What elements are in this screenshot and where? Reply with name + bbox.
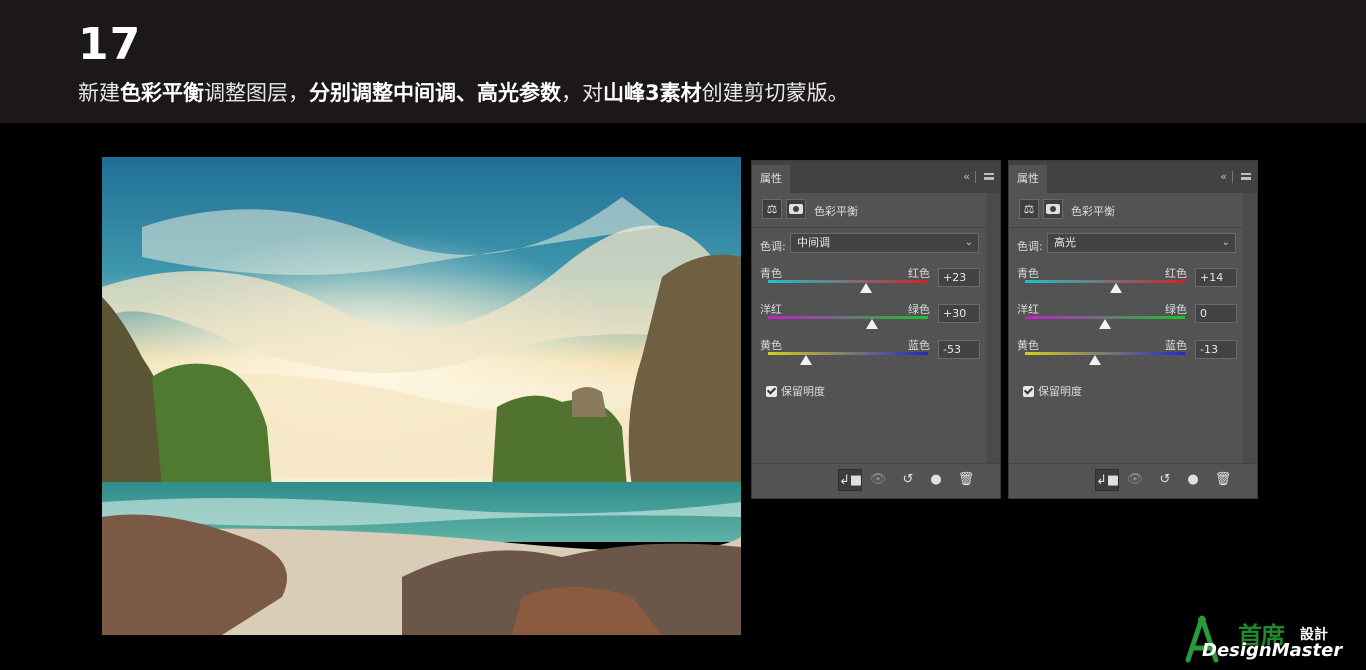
- tone-dropdown-value: 高光: [1054, 236, 1076, 249]
- preserve-luminosity-row[interactable]: 保留明度: [766, 383, 825, 399]
- slider-thumb[interactable]: [860, 283, 873, 293]
- preserve-luminosity-checkbox[interactable]: [1023, 385, 1034, 397]
- slider-right-label: 蓝色: [908, 339, 930, 352]
- slider-yellow-blue: 黄色 蓝色 -53: [760, 337, 980, 373]
- slider-magenta-green: 洋红 绿色 +30: [760, 301, 980, 337]
- divider: [1009, 227, 1257, 228]
- chevron-down-icon: ⌄: [1221, 237, 1230, 248]
- slider-right-label: 红色: [1165, 267, 1187, 280]
- header-banner: 17 新建色彩平衡调整图层，分别调整中间调、高光参数，对山峰3素材创建剪切蒙版。: [0, 0, 1366, 123]
- tone-dropdown-value: 中间调: [797, 236, 830, 249]
- adjustment-title: 色彩平衡: [814, 205, 858, 218]
- instruction-text: 新建色彩平衡调整图层，分别调整中间调、高光参数，对山峰3素材创建剪切蒙版。: [78, 80, 849, 106]
- slider-track[interactable]: [1025, 352, 1185, 355]
- slider-left-label: 洋红: [760, 303, 782, 316]
- layer-mask-icon[interactable]: [786, 199, 806, 219]
- trash-icon[interactable]: 🗑: [1211, 469, 1235, 491]
- balance-scale-icon[interactable]: ⚖: [762, 199, 782, 219]
- slider-thumb[interactable]: [1088, 355, 1101, 365]
- clip-to-layer-icon[interactable]: ↲■: [838, 469, 862, 491]
- slider-value-field[interactable]: -53: [938, 340, 980, 359]
- slider-track[interactable]: [1025, 280, 1185, 283]
- slider-right-label: 绿色: [1165, 303, 1187, 316]
- panel-footer: ↲■ 👁 ↺ ● 🗑: [1009, 463, 1257, 498]
- slider-value-field[interactable]: +23: [938, 268, 980, 287]
- trash-icon[interactable]: 🗑: [954, 469, 978, 491]
- properties-panel-midtones: 属性 « ⚖ 色彩平衡 色调: 中间调 ⌄ 青色 红色 +23 洋红 绿色 +3…: [751, 160, 1001, 499]
- slider-thumb[interactable]: [866, 319, 878, 329]
- slider-left-label: 洋红: [1017, 303, 1039, 316]
- slider-track[interactable]: [768, 352, 928, 355]
- view-previous-state-icon[interactable]: 👁: [1123, 469, 1147, 491]
- instruction-segment: 创建剪切蒙版。: [701, 81, 849, 105]
- chevron-down-icon: ⌄: [964, 237, 973, 248]
- slider-value-field[interactable]: +30: [938, 304, 980, 323]
- slider-left-label: 青色: [760, 267, 782, 280]
- panel-scrollbar[interactable]: [1243, 193, 1257, 463]
- slider-thumb[interactable]: [1099, 319, 1111, 329]
- view-previous-state-icon[interactable]: 👁: [866, 469, 890, 491]
- slider-thumb[interactable]: [1110, 283, 1123, 293]
- tone-dropdown[interactable]: 中间调 ⌄: [790, 233, 979, 253]
- instruction-segment-bold: 分别调整中间调、高光参数: [309, 81, 561, 105]
- instruction-segment: 新建: [78, 81, 120, 105]
- preserve-luminosity-checkbox[interactable]: [766, 385, 777, 397]
- properties-panel-highlights: 属性 « ⚖ 色彩平衡 色调: 高光 ⌄ 青色 红色 +14 洋红 绿色 0 黄…: [1008, 160, 1258, 499]
- slider-right-label: 红色: [908, 267, 930, 280]
- designmaster-logo: 首席 設計 DesignMaster: [1182, 612, 1362, 664]
- landscape-illustration: [102, 157, 741, 635]
- tab-separator: [1232, 171, 1233, 183]
- collapse-icon[interactable]: «: [1220, 170, 1227, 183]
- slider-value-field[interactable]: 0: [1195, 304, 1237, 323]
- panel-header: ⚖ 色彩平衡: [1019, 199, 1245, 221]
- preserve-luminosity-label: 保留明度: [781, 385, 825, 398]
- instruction-segment: 调整图层，: [204, 81, 309, 105]
- slider-left-label: 黄色: [1017, 339, 1039, 352]
- slider-cyan-red: 青色 红色 +14: [1017, 265, 1237, 301]
- slider-left-label: 青色: [1017, 267, 1039, 280]
- reset-icon[interactable]: ↺: [896, 469, 920, 491]
- clip-to-layer-icon[interactable]: ↲■: [1095, 469, 1119, 491]
- step-number: 17: [78, 19, 142, 70]
- slider-track[interactable]: [768, 280, 928, 283]
- panel-scrollbar[interactable]: [986, 193, 1000, 463]
- tab-properties[interactable]: 属性: [752, 165, 790, 193]
- panel-header: ⚖ 色彩平衡: [762, 199, 988, 221]
- slider-value-field[interactable]: -13: [1195, 340, 1237, 359]
- adjustment-title: 色彩平衡: [1071, 205, 1115, 218]
- slider-track[interactable]: [768, 316, 928, 319]
- logo-english: DesignMaster: [1202, 640, 1343, 661]
- slider-value-field[interactable]: +14: [1195, 268, 1237, 287]
- tab-properties[interactable]: 属性: [1009, 165, 1047, 193]
- landscape-photo: [102, 157, 741, 635]
- layer-mask-icon[interactable]: [1043, 199, 1063, 219]
- tab-separator: [975, 171, 976, 183]
- slider-thumb[interactable]: [799, 355, 812, 365]
- reset-icon[interactable]: ↺: [1153, 469, 1177, 491]
- preserve-luminosity-row[interactable]: 保留明度: [1023, 383, 1082, 399]
- collapse-icon[interactable]: «: [963, 170, 970, 183]
- instruction-segment-bold: 色彩平衡: [120, 81, 204, 105]
- preserve-luminosity-label: 保留明度: [1038, 385, 1082, 398]
- slider-right-label: 蓝色: [1165, 339, 1187, 352]
- slider-cyan-red: 青色 红色 +23: [760, 265, 980, 301]
- visibility-eye-icon[interactable]: ●: [924, 469, 948, 491]
- panel-tab-bar: 属性 «: [1009, 161, 1257, 193]
- instruction-segment: ，对: [561, 81, 603, 105]
- instruction-segment-bold: 山峰3素材: [603, 81, 702, 105]
- panel-menu-icon[interactable]: [984, 173, 994, 180]
- panel-tab-bar: 属性 «: [752, 161, 1000, 193]
- slider-left-label: 黄色: [760, 339, 782, 352]
- visibility-eye-icon[interactable]: ●: [1181, 469, 1205, 491]
- slider-right-label: 绿色: [908, 303, 930, 316]
- slider-magenta-green: 洋红 绿色 0: [1017, 301, 1237, 337]
- slider-yellow-blue: 黄色 蓝色 -13: [1017, 337, 1237, 373]
- tone-label: 色调:: [1017, 240, 1043, 253]
- tone-dropdown[interactable]: 高光 ⌄: [1047, 233, 1236, 253]
- panel-footer: ↲■ 👁 ↺ ● 🗑: [752, 463, 1000, 498]
- tone-label: 色调:: [760, 240, 786, 253]
- divider: [752, 227, 1000, 228]
- balance-scale-icon[interactable]: ⚖: [1019, 199, 1039, 219]
- panel-menu-icon[interactable]: [1241, 173, 1251, 180]
